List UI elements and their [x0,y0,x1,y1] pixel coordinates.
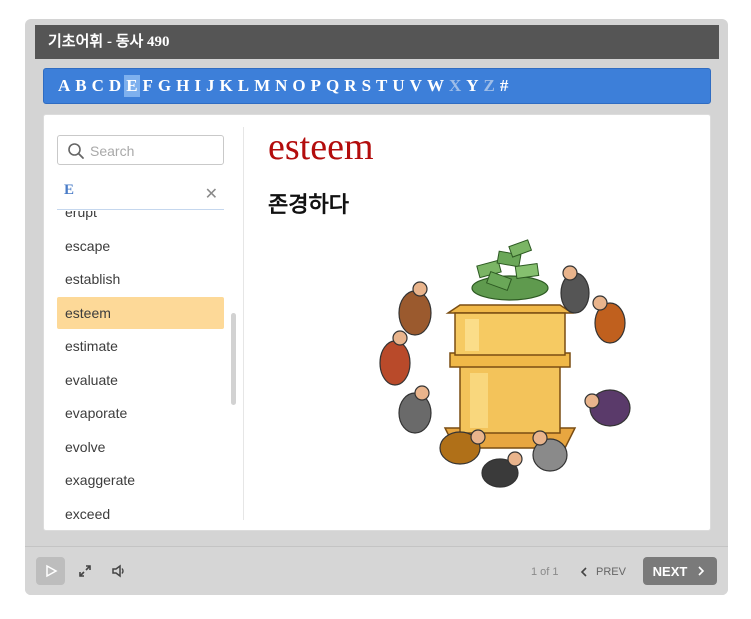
close-icon[interactable]: ✕ [205,186,218,202]
prev-button[interactable]: PREV [578,562,626,582]
list-item-exceed[interactable]: exceed [57,498,224,522]
letter-e[interactable]: E [124,75,140,97]
letter-i[interactable]: I [192,75,203,97]
letter-h[interactable]: H [174,75,191,97]
letter-w[interactable]: W [425,75,446,97]
entry-meaning: 존경하다 [268,193,349,218]
list-item-erupt[interactable]: erupt [57,211,224,228]
play-icon [45,564,58,578]
list-scrollbar[interactable] [231,313,236,405]
next-label: NEXT [652,563,688,579]
play-button[interactable] [36,557,65,585]
page-indicator: 1 of 1 [531,566,559,578]
letter-d[interactable]: D [107,75,123,97]
search-icon [68,143,84,159]
letter-q[interactable]: Q [324,75,341,97]
letter-y[interactable]: Y [464,75,480,97]
letter-x: X [448,76,462,95]
prev-label: PREV [596,566,626,578]
next-button[interactable]: NEXT [643,557,717,585]
fullscreen-icon[interactable] [77,563,93,579]
letter-s[interactable]: S [360,75,373,97]
letter-z: Z [483,76,495,95]
list-item-esteem[interactable]: esteem [57,296,224,329]
esteem-illustration [379,239,631,488]
word-list[interactable]: erupt escape establish esteem estimate evalua… [57,211,224,521]
list-item-evaporate[interactable]: evaporate [57,397,224,429]
letter-p[interactable]: P [309,75,323,97]
letter-f[interactable]: F [141,75,155,97]
letter-m[interactable]: M [252,75,272,97]
letter-a[interactable]: A [56,75,72,97]
entry-word: esteem [268,126,374,168]
volume-icon[interactable] [111,563,127,579]
alphabet-bar: A B C D E F G H I J K L M N O P Q R S T U V W X Y Z # [43,68,711,104]
search-box [57,135,224,165]
panel-divider [243,127,244,520]
filter-label: E [64,182,75,198]
list-item-exaggerate[interactable]: exaggerate [57,464,224,496]
search-input[interactable] [90,140,218,161]
letter-n[interactable]: N [273,75,289,97]
letter-r[interactable]: R [342,75,358,97]
list-item-estimate[interactable]: estimate [57,330,224,362]
letter-c[interactable]: C [90,75,106,97]
letter-filter: E ✕ [57,178,224,210]
letter-l[interactable]: L [236,75,251,97]
list-item-evolve[interactable]: evolve [57,431,224,463]
letter-o[interactable]: O [290,75,307,97]
window-title: 기초어휘 - 동사 490 [35,25,719,59]
letter-g[interactable]: G [156,75,173,97]
list-item-establish[interactable]: establish [57,263,224,295]
letter-hash[interactable]: # [498,75,511,97]
chevron-right-icon [698,566,705,576]
list-item-escape[interactable]: escape [57,230,224,262]
letter-k[interactable]: K [218,75,235,97]
letter-b[interactable]: B [73,75,88,97]
letter-u[interactable]: U [390,75,406,97]
letter-v[interactable]: V [408,75,424,97]
letter-j[interactable]: J [204,75,217,97]
letter-t[interactable]: T [374,75,389,97]
chevron-left-icon [580,567,587,577]
list-item-evaluate[interactable]: evaluate [57,364,224,396]
